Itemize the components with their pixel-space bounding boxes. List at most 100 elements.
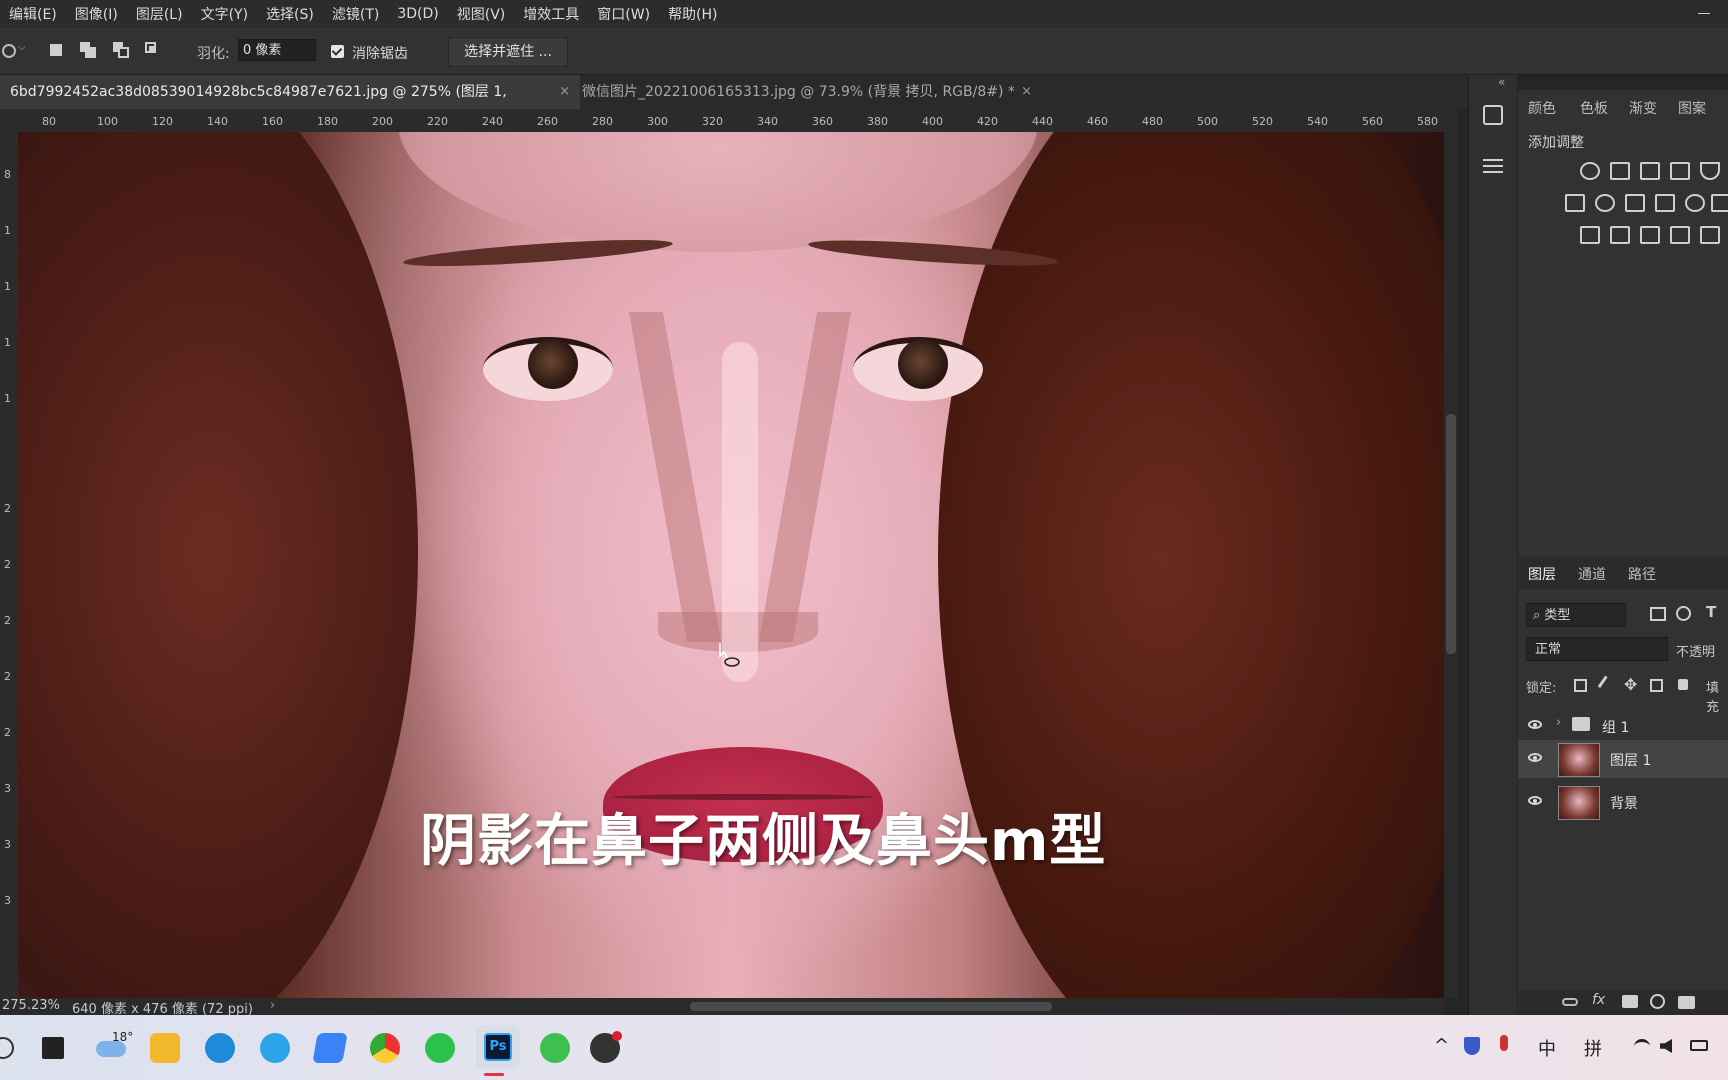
menu-image[interactable]: 图像(I) [66,4,127,24]
threshold-icon[interactable] [1640,226,1660,244]
battery-icon[interactable] [1690,1040,1708,1051]
eye-icon[interactable] [1528,753,1542,762]
layer-name[interactable]: 图层 1 [1610,750,1651,770]
layer-name[interactable]: 组 1 [1602,717,1629,737]
vibrance-icon[interactable] [1700,162,1720,180]
selective-color-icon[interactable] [1670,226,1690,244]
lock-position-icon[interactable]: ✥ [1624,675,1637,694]
horizontal-scrollbar[interactable] [290,998,1444,1015]
layer-name[interactable]: 背景 [1610,793,1638,813]
brightness-icon[interactable] [1580,162,1600,180]
microphone-icon[interactable] [1500,1035,1508,1051]
black-white-icon[interactable] [1625,194,1645,212]
new-group-icon[interactable] [1678,996,1695,1009]
new-selection-icon[interactable] [46,40,68,62]
collapse-panels-icon[interactable]: « [1498,75,1505,89]
photoshop-icon[interactable]: Ps [484,1033,512,1061]
link-layers-icon[interactable] [1562,998,1578,1006]
menu-edit[interactable]: 编辑(E) [0,4,66,24]
horizontal-ruler[interactable]: 80 100 120 140 160 180 200 220 240 260 2… [18,109,1444,133]
minimize-icon[interactable] [1694,4,1714,22]
file-explorer-icon[interactable] [150,1033,180,1063]
tab-patterns[interactable]: 图案 [1678,98,1706,118]
levels-icon[interactable] [1610,162,1630,180]
feather-input[interactable]: 0 像素 [238,39,316,61]
menu-type[interactable]: 文字(Y) [192,4,257,24]
channel-mixer-icon[interactable] [1685,194,1705,212]
tab-color[interactable]: 颜色 [1528,98,1556,118]
antialias-checkbox[interactable] [331,45,344,58]
close-icon[interactable]: × [559,75,570,109]
lock-transparent-icon[interactable] [1574,679,1587,692]
subtract-selection-icon[interactable] [111,40,133,62]
lock-paint-icon[interactable] [1597,675,1619,696]
image-filter-icon[interactable] [1650,607,1666,621]
intersect-selection-icon[interactable] [143,40,165,62]
type-filter-icon[interactable]: T [1706,603,1716,621]
chevron-right-icon[interactable]: › [1556,715,1561,730]
tab-gradients[interactable]: 渐变 [1629,98,1657,118]
ie-browser-icon[interactable] [260,1033,290,1063]
layer-row-layer1[interactable]: 图层 1 [1518,740,1728,778]
layer-filter-select[interactable]: ⌕ 类型 [1526,603,1626,627]
chrome-icon[interactable] [370,1033,400,1063]
add-selection-icon[interactable] [78,40,100,62]
menu-layer[interactable]: 图层(L) [127,4,192,24]
volume-icon[interactable] [1660,1039,1672,1053]
scroll-thumb[interactable] [690,1002,1052,1011]
tab-document-2[interactable]: 微信图片_20221006165313.jpg @ 73.9% (背景 拷贝, … [572,75,1042,109]
chevron-down-icon[interactable]: ⌵ [18,42,26,53]
history-icon[interactable] [1483,105,1503,125]
task-view-icon[interactable] [42,1037,64,1059]
tab-document-1[interactable]: 6bd7992452ac38d08539014928bc5c84987e7621… [0,75,580,134]
menu-view[interactable]: 视图(V) [448,4,515,24]
eye-icon[interactable] [1528,720,1542,729]
wechat-icon[interactable] [425,1033,455,1063]
exposure-icon[interactable] [1670,162,1690,180]
language-indicator[interactable]: 中 [1538,1035,1556,1061]
curves-icon[interactable] [1640,162,1660,180]
tab-swatches[interactable]: 色板 [1580,98,1608,118]
photo-filter-icon[interactable] [1655,194,1675,212]
lasso-tool-icon[interactable] [2,44,16,58]
edge-browser-icon[interactable] [205,1033,235,1063]
ime-indicator[interactable]: 拼 [1584,1035,1602,1061]
fx-icon[interactable]: fx [1592,992,1605,1008]
vertical-scrollbar[interactable] [1444,109,1458,998]
scroll-thumb[interactable] [1446,414,1456,654]
menu-plugins[interactable]: 增效工具 [514,4,588,24]
wifi-icon[interactable] [1634,1039,1650,1054]
chevron-right-icon[interactable]: › [270,998,275,1013]
color-balance-icon[interactable] [1595,194,1615,212]
tab-channels[interactable]: 通道 [1578,564,1606,584]
tab-paths[interactable]: 路径 [1628,564,1656,584]
menu-window[interactable]: 窗口(W) [588,4,659,24]
color-lookup-icon[interactable] [1711,194,1728,212]
gradient-map-icon[interactable] [1700,226,1720,244]
posterize-icon[interactable] [1610,226,1630,244]
new-adjustment-icon[interactable] [1650,994,1665,1009]
tab-layers[interactable]: 图层 [1528,564,1556,584]
lock-artboard-icon[interactable] [1650,679,1663,692]
blend-mode-select[interactable]: 正常 [1526,637,1668,661]
shield-icon[interactable] [1464,1037,1480,1055]
close-icon[interactable]: × [1021,75,1032,109]
layer-row-background[interactable]: 背景 [1518,783,1728,821]
zoom-level[interactable]: 275.23% [2,998,60,1013]
menu-select[interactable]: 选择(S) [257,4,323,24]
menu-help[interactable]: 帮助(H) [659,4,726,24]
app-icon[interactable] [312,1033,348,1063]
chevron-up-icon[interactable]: ^ [1434,1035,1449,1056]
invert-icon[interactable] [1580,226,1600,244]
app-icon[interactable] [540,1033,570,1063]
menu-filter[interactable]: 滤镜(T) [323,4,388,24]
select-and-mask-button[interactable]: 选择并遮住 ... [448,37,568,67]
adjustment-filter-icon[interactable] [1676,606,1691,621]
lock-all-icon[interactable] [1678,679,1688,690]
vertical-ruler[interactable]: 8 1 1 1 1 2 2 2 2 2 3 3 3 [0,132,19,998]
eye-icon[interactable] [1528,796,1542,805]
hue-saturation-icon[interactable] [1565,194,1585,212]
search-icon[interactable] [0,1037,14,1059]
properties-icon[interactable] [1483,157,1503,173]
menu-3d[interactable]: 3D(D) [388,6,447,22]
